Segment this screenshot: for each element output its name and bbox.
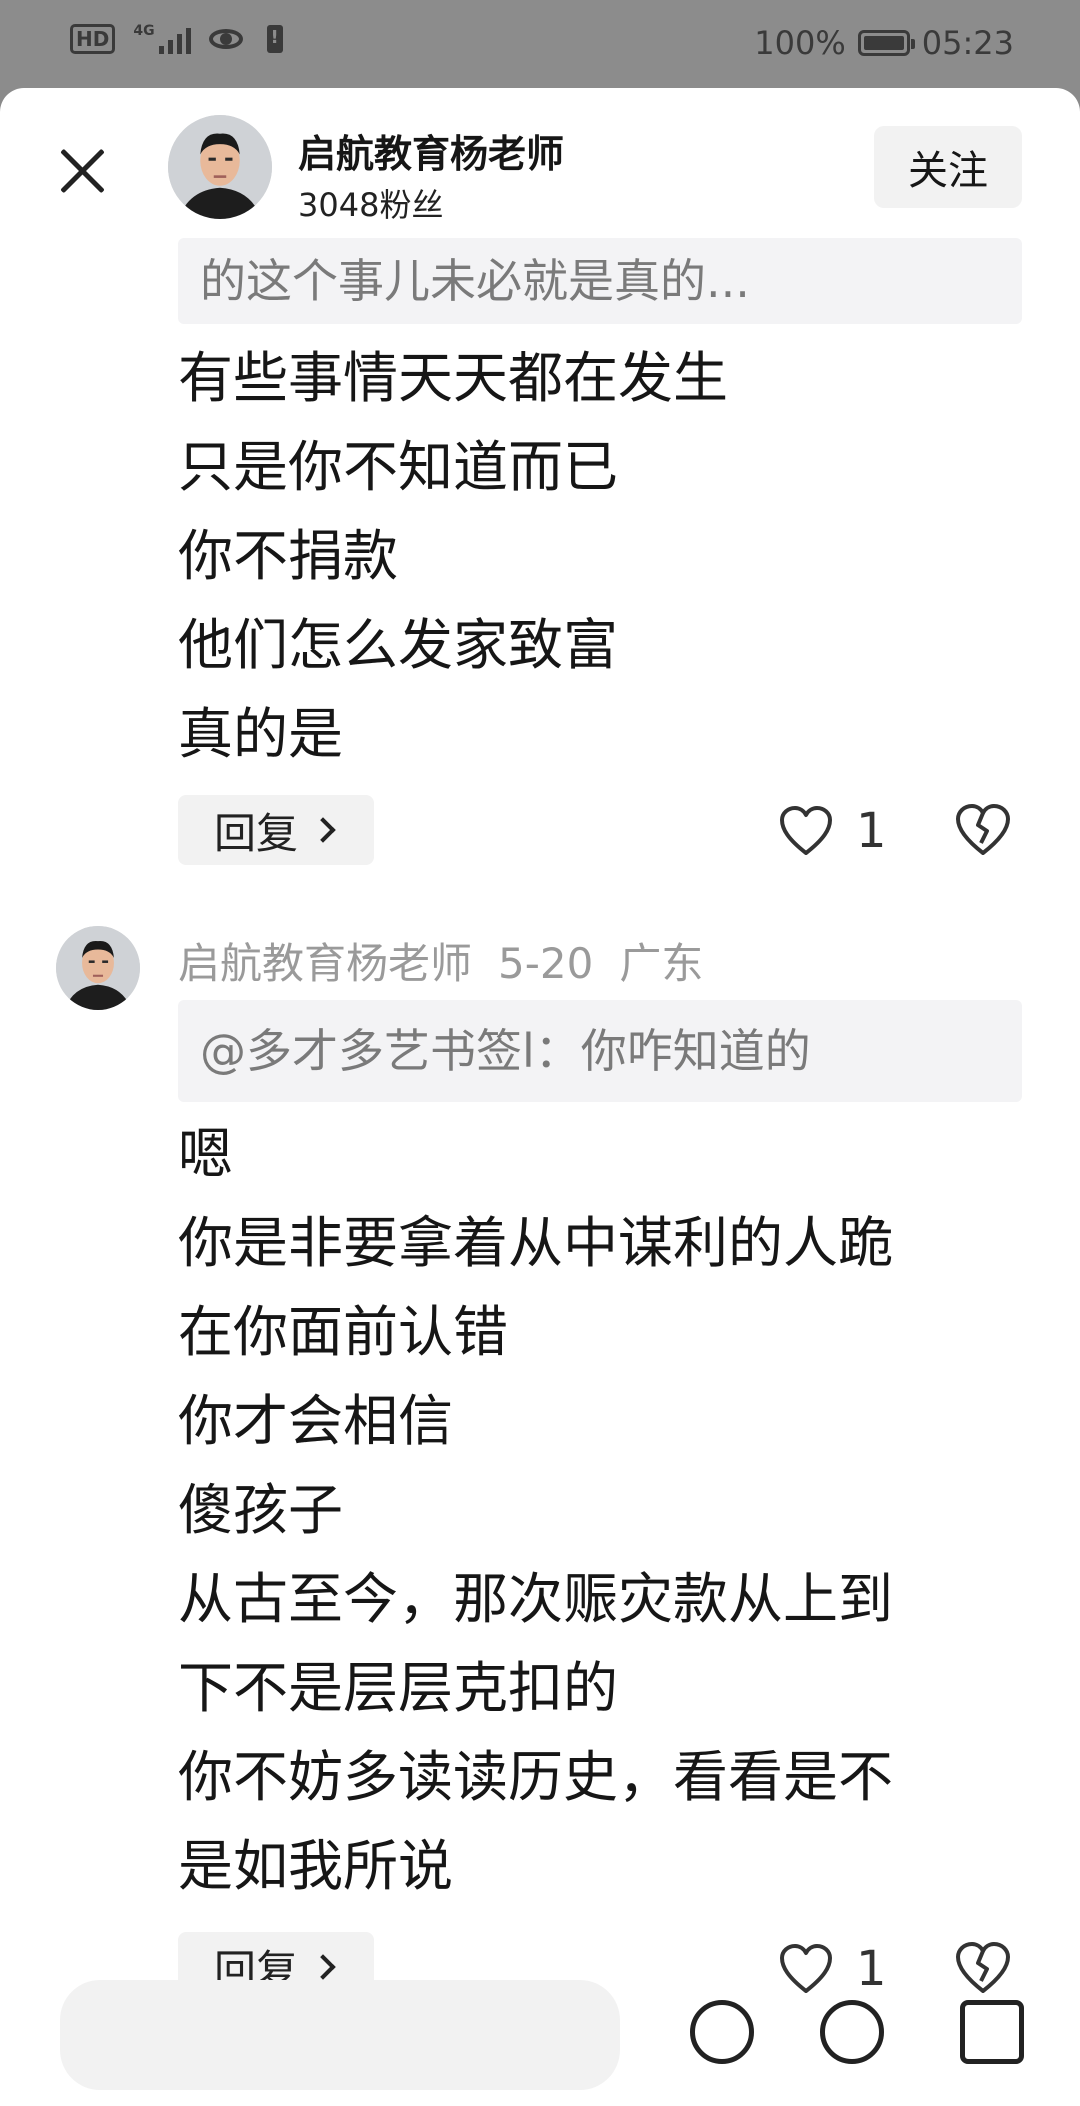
signal-bar [167, 40, 173, 54]
comment-line: 从古至今，那次赈灾款从上到 [178, 1567, 894, 1631]
signal-bar [185, 28, 191, 54]
eye-comfort-icon [208, 27, 249, 51]
chevron-right-icon [310, 817, 336, 843]
commenter-avatar[interactable] [56, 926, 140, 1010]
like-button[interactable]: 1 [778, 1941, 887, 1997]
heart-icon [780, 1944, 832, 1993]
clock: 05:23 [921, 24, 1014, 62]
comment-line: 你才会相信 [178, 1389, 454, 1453]
comment-line: 真的是 [178, 702, 344, 766]
chevron-right-icon [310, 1954, 336, 1980]
comment-line: 嗯 [178, 1122, 234, 1186]
status-right: 100% 05:23 [754, 24, 1014, 62]
comment-line: 只是你不知道而已 [178, 435, 619, 499]
sim-alert-icon [266, 25, 283, 53]
commenter-name[interactable]: 启航教育杨老师 [178, 939, 472, 988]
comment-line: 在你面前认错 [178, 1300, 509, 1364]
author-avatar[interactable] [168, 115, 272, 219]
avatar-image [56, 926, 140, 1010]
signal-bar [176, 34, 182, 54]
signal-bar [158, 46, 164, 54]
emoji-icon[interactable] [690, 2000, 754, 2064]
battery-percent: 100% [754, 24, 846, 62]
comment-date: 5-20 [498, 939, 594, 988]
hd-badge: HD [70, 24, 116, 54]
broken-heart-icon[interactable] [954, 803, 1012, 857]
follow-button[interactable]: 关注 [874, 126, 1022, 208]
signal-icon: 4G [133, 23, 191, 54]
comment-body: 嗯 你是非要拿着从中谋利的人跪 在你面前认错 你才会相信 傻孩子 从古至今，那次… [178, 1110, 1038, 1911]
comment-line: 是如我所说 [178, 1834, 454, 1898]
broken-heart-icon[interactable] [954, 1941, 1012, 1995]
reply-label: 回复 [214, 808, 299, 858]
quoted-comment: 的这个事儿未必就是真的... [178, 238, 1022, 324]
heart-icon [780, 806, 832, 855]
comment-sheet: 启航教育杨老师 3048粉丝 关注 的这个事儿未必就是真的... 有些事情天天都… [0, 88, 1080, 2106]
like-button[interactable]: 1 [778, 803, 887, 859]
comment-input[interactable] [60, 1980, 620, 2090]
like-icon[interactable] [820, 2000, 884, 2064]
status-bar: HD 4G 100% 05:23 [0, 0, 1080, 90]
comment-meta: 启航教育杨老师 5-20 广东 [178, 930, 729, 991]
reply-button[interactable]: 回复 [178, 795, 374, 865]
status-left: HD 4G [70, 24, 283, 54]
share-icon[interactable] [960, 2000, 1024, 2064]
like-count: 1 [856, 1941, 887, 1997]
author-name[interactable]: 启航教育杨老师 [298, 123, 564, 178]
comment-body: 有些事情天天都在发生 只是你不知道而已 你不捐款 他们怎么发家致富 真的是 [178, 334, 1038, 779]
quoted-comment: @多才多艺书签l：你咋知道的 [178, 1000, 1022, 1102]
battery-icon [857, 30, 915, 56]
comment-line: 你不妨多读读历史，看看是不 [178, 1745, 894, 1809]
comment-line: 你不捐款 [178, 524, 399, 588]
comment-line: 傻孩子 [178, 1478, 344, 1542]
fans-count: 3048粉丝 [298, 186, 444, 224]
avatar-image [168, 115, 272, 219]
close-icon[interactable] [52, 140, 112, 200]
comment-line: 有些事情天天都在发生 [178, 346, 729, 410]
comment-line: 他们怎么发家致富 [178, 613, 619, 677]
comment-line: 下不是层层克扣的 [178, 1656, 619, 1720]
comment-line: 你是非要拿着从中谋利的人跪 [178, 1211, 894, 1275]
comment-location: 广东 [619, 939, 704, 988]
network-type: 4G [133, 23, 155, 39]
like-count: 1 [856, 803, 887, 859]
